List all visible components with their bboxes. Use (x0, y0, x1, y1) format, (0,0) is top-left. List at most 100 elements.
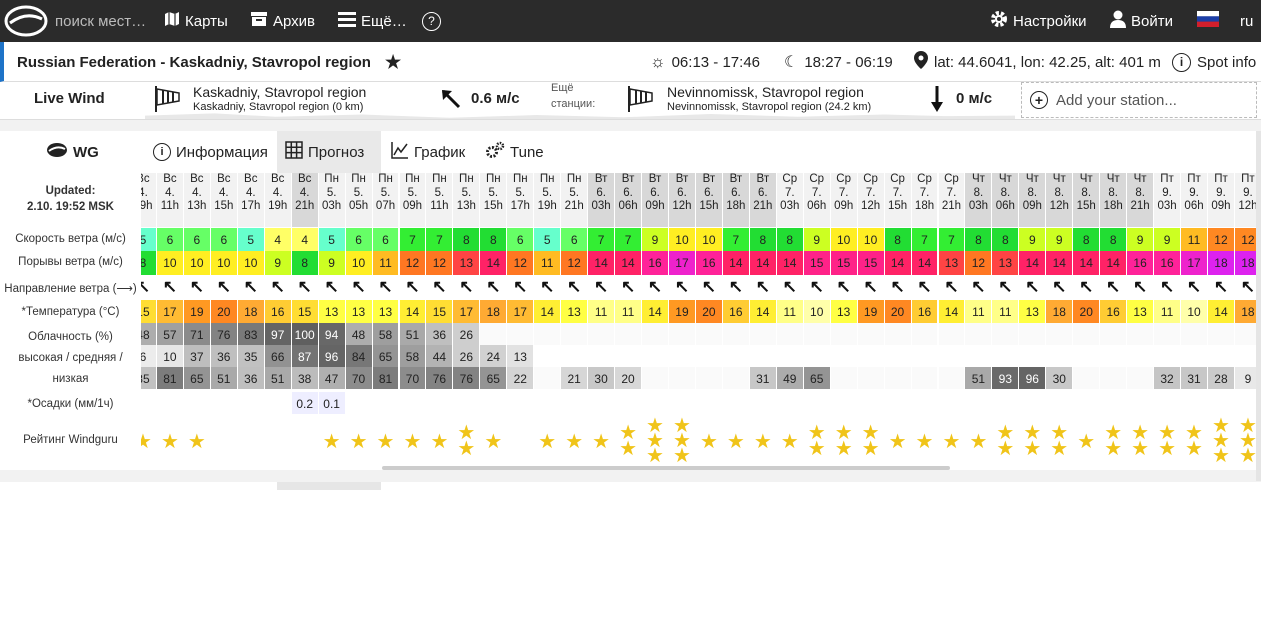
temperature-cell: 15 (141, 300, 156, 324)
station1-name[interactable]: Kaskadniy, Stavropol region (193, 84, 366, 100)
cloud-mid-cell: 10 (156, 345, 183, 367)
wind-speed-cell: 8 (884, 228, 911, 252)
wind-speed-cell: 10 (830, 228, 857, 252)
temperature-cell: 20 (884, 300, 911, 324)
wind-direction-arrow: ↖ (1132, 277, 1148, 296)
tab-tune[interactable]: Tune (477, 131, 552, 173)
precip-cell (426, 392, 453, 414)
temperature-cell: 19 (857, 300, 884, 324)
archive-icon (250, 11, 268, 31)
cloud-low-label: низкая (52, 373, 89, 385)
cloud-mid-cell (938, 345, 965, 367)
search-input[interactable]: поиск мест… (55, 0, 146, 42)
cloud-mid-cell (588, 345, 615, 367)
archive-menu[interactable]: Архив (250, 0, 315, 42)
rating-star-icon: ★ (861, 438, 880, 460)
wind-gust-cell: 14 (749, 251, 776, 275)
wind-speed-cell: 6 (210, 228, 237, 252)
wind-gust-cell: 13 (938, 251, 965, 275)
precip-cell (803, 392, 830, 414)
spot-coordinates: lat: 44.6041, lon: 42.25, alt: 401 m (914, 42, 1161, 82)
wind-direction-arrow: ↖ (593, 277, 609, 296)
favorite-star-icon[interactable]: ★ (385, 52, 401, 73)
language-selector[interactable]: ru (1197, 0, 1253, 42)
help-button[interactable]: ? (422, 0, 441, 42)
tab-graph[interactable]: График (383, 131, 473, 173)
wind-speed-cell: 10 (857, 228, 884, 252)
cloud-high-cell: 94 (318, 323, 345, 345)
wind-direction-arrow: ↖ (141, 277, 151, 296)
rating-star-icon: ★ (834, 438, 853, 460)
station2-speed: 0 м/с (956, 90, 993, 107)
windguru-logo[interactable] (4, 5, 48, 41)
wind-speed-cell: 7 (426, 228, 453, 252)
cloud-mid-cell (830, 345, 857, 367)
cloud-mid-cell (1100, 345, 1127, 367)
wind-gust-cell: 9 (318, 251, 345, 275)
bottom-divider (0, 470, 1261, 482)
tab-forecast-label: Прогноз (308, 143, 365, 161)
more-menu[interactable]: Ещё… (338, 0, 407, 42)
live-wind-bar: Live Wind Kaskadniy, Stavropol region Ka… (0, 82, 1261, 120)
wind-direction-arrow: ↖ (917, 277, 932, 296)
tab-wg-model[interactable]: WG (38, 131, 107, 173)
cloud-mid-cell (534, 345, 561, 367)
rating-star-icon: ★ (780, 431, 799, 453)
cloud-mid-cell: 65 (372, 345, 399, 367)
forecast-col-header: Чт 8. 21h (1127, 173, 1154, 227)
add-station-button[interactable]: + Add your station... (1021, 82, 1257, 118)
tab-graph-label: График (414, 143, 466, 161)
forecast-col-header: Ср 7. 18h (911, 173, 938, 227)
wind-speed-cell: 9 (1154, 228, 1181, 252)
maps-menu[interactable]: Карты (164, 0, 228, 42)
spot-info-link[interactable]: i Spot info (1172, 42, 1256, 82)
section-gap (0, 120, 1261, 131)
precip-cell (938, 392, 965, 414)
temperature-cell: 13 (345, 300, 372, 324)
temperature-cell: 14 (1208, 300, 1234, 324)
vertical-scrollbar[interactable] (1256, 131, 1261, 481)
wind-direction-arrow: ↖ (647, 277, 663, 296)
forecast-col-header: Вс4.09h (141, 173, 156, 227)
windsock-icon (628, 86, 654, 116)
cloud-low-cell: 28 (1208, 367, 1234, 389)
forecast-col-header: Чт 8. 03h (965, 173, 992, 227)
temperature-cell: 11 (588, 300, 615, 324)
rating-star-icon: ★ (187, 431, 206, 453)
wind-gust-cell: 11 (534, 251, 561, 275)
station2-name[interactable]: Nevinnomissk, Stavropol region (667, 84, 864, 100)
rating-star-icon: ★ (1050, 438, 1069, 460)
forecast-col-header: Пн 5. 21h (561, 173, 588, 227)
tab-forecast[interactable]: Прогноз (277, 131, 381, 173)
rating-star-icon: ★ (996, 438, 1015, 460)
cloud-low-cell: 30 (588, 367, 615, 389)
precip-cell (264, 392, 291, 414)
rating-star-icon: ★ (1023, 438, 1042, 460)
cloud-mid-cell (776, 345, 803, 367)
wind-direction-arrow: ↖ (432, 277, 447, 296)
forecast-col-header: Чт 8. 06h (992, 173, 1019, 227)
cloud-low-cell: 20 (615, 367, 642, 389)
cloud-low-cell: 31 (1181, 367, 1207, 389)
moon-icon: ☾ (784, 54, 799, 71)
wind-gust-cell: 10 (345, 251, 372, 275)
wind-gust-cell: 11 (372, 251, 399, 275)
forecast-col-header: Вс 4. 13h (183, 173, 210, 227)
cloud-low-cell: 31 (749, 367, 776, 389)
wind-direction-arrow: ↖ (405, 277, 420, 296)
settings-menu[interactable]: Настройки (990, 0, 1087, 42)
cloud-high-cell: 57 (156, 323, 183, 345)
wind-direction-arrow: ↖ (674, 277, 690, 296)
wind-gust-cell: 13 (992, 251, 1019, 275)
wind-gust-cell: 14 (1046, 251, 1073, 275)
forecast-col-header: Пн 5. 13h (453, 173, 480, 227)
wind-speed-cell: 7 (938, 228, 965, 252)
cloud-high-cell (1127, 323, 1154, 345)
tab-information[interactable]: i Информация (145, 131, 276, 173)
wind-speed-cell: 8 (1073, 228, 1100, 252)
login-button[interactable]: Войти (1110, 0, 1173, 42)
wind-gust-cell: 17 (669, 251, 695, 275)
precip-cell (642, 392, 668, 414)
cloud-mid-cell: 96 (318, 345, 345, 367)
precip-cell (1046, 392, 1073, 414)
